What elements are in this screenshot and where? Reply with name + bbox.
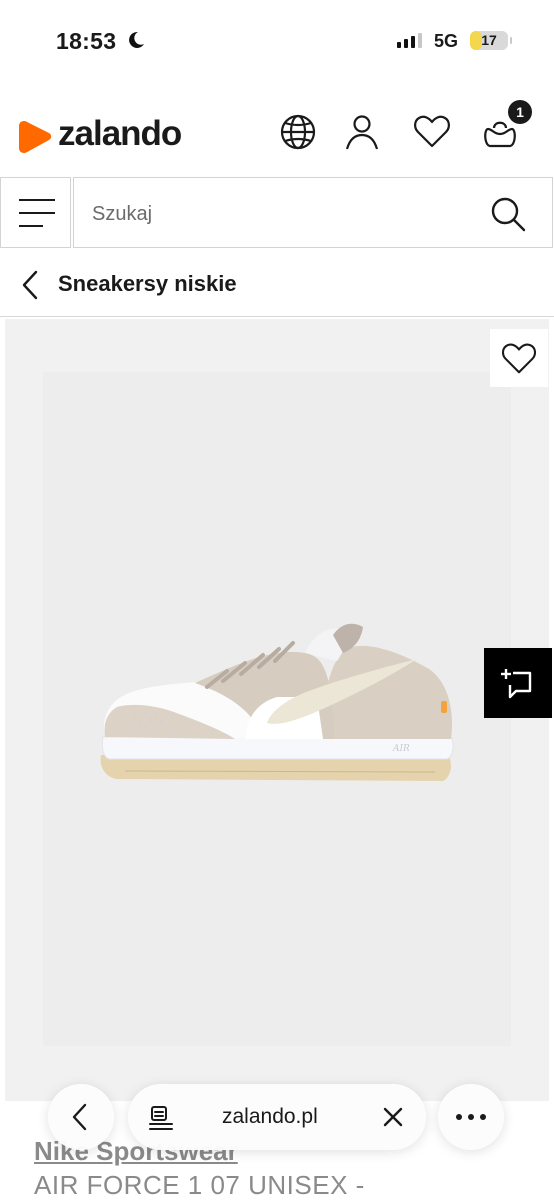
url-text[interactable]: zalando.pl [222, 1105, 318, 1129]
battery-icon: 17 [470, 31, 508, 50]
search-input[interactable] [90, 196, 474, 232]
product-name: AIR FORCE 1 07 UNISEX - [34, 1170, 365, 1200]
menu-button[interactable] [0, 177, 71, 248]
chevron-left-icon [72, 1103, 87, 1131]
svg-text:AIR: AIR [392, 744, 410, 754]
site-header: zalando [0, 96, 554, 176]
reader-icon[interactable] [148, 1105, 174, 1131]
compare-icon [501, 669, 532, 699]
product-gallery[interactable]: AIR [5, 319, 549, 1101]
more-icon [456, 1114, 486, 1120]
globe-icon[interactable] [278, 112, 318, 152]
browser-back-button[interactable] [48, 1084, 114, 1150]
battery-cap [510, 37, 512, 44]
address-bar[interactable]: zalando.pl [128, 1084, 426, 1150]
category-title: Sneakersy niskie [58, 271, 237, 296]
compare-button[interactable] [484, 648, 552, 718]
search-row [0, 177, 554, 249]
status-time: 18:53 [56, 28, 117, 54]
status-bar: 18:53 5G 17 [0, 0, 554, 86]
menu-icon-line [19, 212, 55, 214]
heart-icon [501, 343, 537, 374]
product-image[interactable]: AIR [95, 619, 465, 809]
chevron-left-icon[interactable] [16, 268, 44, 302]
menu-icon-line [19, 225, 43, 227]
user-icon[interactable] [342, 112, 382, 152]
category-header: Sneakersy niskie [0, 252, 554, 317]
battery-level: 17 [481, 32, 497, 48]
signal-icon [397, 33, 422, 48]
heart-icon[interactable] [412, 112, 452, 152]
zalando-logo-text[interactable]: zalando [58, 114, 182, 154]
close-icon[interactable] [382, 1106, 404, 1128]
search-box[interactable] [73, 177, 553, 248]
zalando-logo-icon[interactable] [18, 118, 54, 156]
search-icon[interactable] [488, 194, 528, 234]
browser-more-button[interactable] [438, 1084, 504, 1150]
moon-icon [129, 31, 144, 48]
network-type: 5G [434, 31, 459, 51]
menu-icon-line [19, 199, 55, 201]
wishlist-button[interactable] [490, 329, 548, 387]
cart-count-badge: 1 [508, 100, 532, 124]
